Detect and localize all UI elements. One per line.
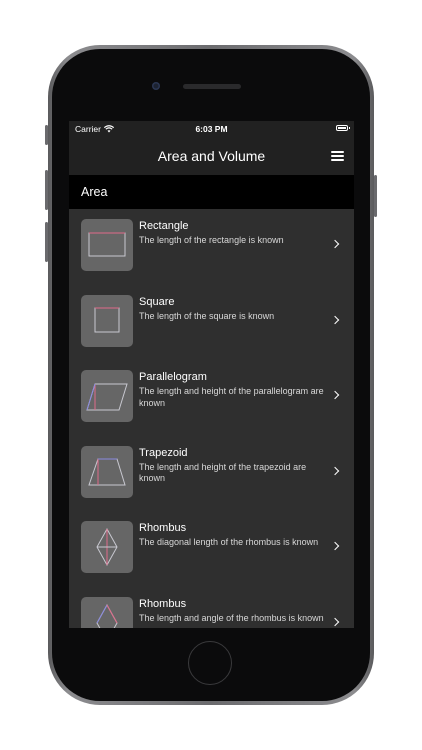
status-bar: Carrier 6:03 PM <box>69 121 354 137</box>
list-item-title: Rhombus <box>139 522 187 534</box>
home-button[interactable] <box>188 641 232 685</box>
chevron-right-icon <box>330 390 340 400</box>
list-item-rhombus-diagonal[interactable]: Rhombus The diagonal length of the rhomb… <box>69 511 354 587</box>
shape-list: Rectangle The length of the rectangle is… <box>69 209 354 628</box>
section-header: Area <box>69 175 354 209</box>
status-time: 6:03 PM <box>195 124 228 134</box>
rhombus-diagonal-shape-icon <box>81 521 133 573</box>
list-item-title: Rectangle <box>139 220 189 232</box>
rectangle-shape-icon <box>81 219 133 271</box>
list-item-parallelogram[interactable]: Parallelogram The length and height of t… <box>69 360 354 436</box>
mute-switch <box>45 125 48 145</box>
list-item-description: The length of the rectangle is known <box>139 235 284 245</box>
list-item-rectangle[interactable]: Rectangle The length of the rectangle is… <box>69 209 354 285</box>
chevron-right-icon <box>330 466 340 475</box>
list-item-title: Parallelogram <box>139 371 207 383</box>
trapezoid-shape-icon <box>81 445 133 498</box>
list-item-square[interactable]: Square The length of the square is known <box>69 285 354 361</box>
page-title: Area and Volume <box>157 148 266 164</box>
navigation-bar: Area and Volume <box>69 137 354 175</box>
list-item-trapezoid[interactable]: Trapezoid The length and height of the t… <box>69 436 354 512</box>
earpiece-speaker <box>183 84 241 89</box>
list-item-description: The diagonal length of the rhombus is kn… <box>139 537 319 547</box>
hamburger-menu-icon[interactable] <box>331 151 344 161</box>
power-button <box>374 175 377 217</box>
square-shape-icon <box>81 294 133 347</box>
list-item-rhombus-angle[interactable]: Rhombus The length and angle of the rhom… <box>69 587 354 628</box>
list-item-title: Trapezoid <box>139 446 188 459</box>
list-item-description: The length and angle of the rhombus is k… <box>139 612 324 623</box>
list-item-description: The length and height of the trapezoid a… <box>139 461 307 484</box>
parallelogram-shape-icon <box>81 370 133 422</box>
list-item-title: Square <box>139 295 175 308</box>
volume-up-button <box>45 170 48 210</box>
front-camera <box>152 82 160 90</box>
app-screen: Carrier 6:03 PM Area and Volume Area Rec… <box>69 121 354 628</box>
list-item-description: The length and height of the parallelogr… <box>139 386 324 408</box>
chevron-right-icon <box>330 541 340 551</box>
section-title: Area <box>81 185 108 199</box>
chevron-right-icon <box>330 315 340 324</box>
chevron-right-icon <box>330 239 340 249</box>
list-item-title: Rhombus <box>139 597 187 610</box>
battery-icon <box>336 125 350 131</box>
volume-down-button <box>45 222 48 262</box>
chevron-right-icon <box>330 617 340 626</box>
list-item-description: The length of the square is known <box>139 310 275 321</box>
rhombus-angle-shape-icon <box>81 596 133 628</box>
